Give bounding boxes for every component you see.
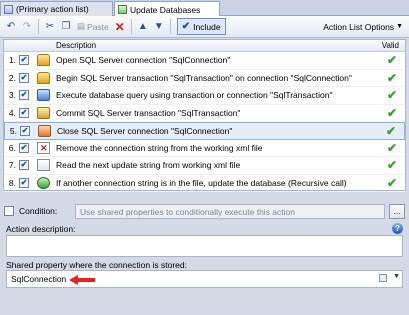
valid-check-icon: ✔ <box>386 105 397 120</box>
cut-icon[interactable]: ✂ <box>42 18 58 36</box>
action-description-input[interactable] <box>6 235 403 257</box>
shared-property-value: SqlConnection <box>11 274 67 284</box>
toolbar: ↶ ↷ ✂ ❐ ▤ Paste ✕ ▲ ▼ ✔ Include Action L… <box>0 16 409 38</box>
lookup-icon[interactable] <box>379 274 387 282</box>
row-number: 8. <box>8 177 16 188</box>
undo-icon[interactable]: ↶ <box>3 18 19 36</box>
options-label: Action List Options <box>323 21 395 32</box>
action-row[interactable]: 6.✔Remove the connection string from the… <box>4 140 405 157</box>
row-description: Close SQL Server connection "SqlConnecti… <box>57 126 233 136</box>
tab-bar: (Primary action list) Update Databases <box>0 0 409 17</box>
row-include-checkbox[interactable]: ✔ <box>19 160 29 170</box>
valid-check-icon: ✔ <box>386 53 397 67</box>
shared-property-combobox[interactable]: SqlConnection <box>6 270 403 288</box>
valid-check-icon: ✔ <box>386 140 397 155</box>
grid-header: Description Valid <box>4 40 405 52</box>
valid-check-icon: ✔ <box>386 158 397 172</box>
row-include-checkbox[interactable]: ✔ <box>20 126 30 136</box>
valid-check-icon: ✔ <box>386 175 397 190</box>
row-number: 1. <box>8 55 16 65</box>
action-row[interactable]: 7. ✔ Read the next update string from work… <box>4 157 405 175</box>
row-number: 2. <box>8 72 16 83</box>
database-icon <box>37 54 50 66</box>
shared-property-label: Shared property where the connection is … <box>6 260 187 270</box>
valid-check-icon: ✔ <box>386 70 397 85</box>
row-number: 7. <box>8 160 16 170</box>
execute-query-icon <box>37 89 50 101</box>
tab-label: (Primary action list) <box>16 4 89 14</box>
row-description: Remove the connection string from the wo… <box>56 142 263 153</box>
condition-checkbox[interactable] <box>4 206 14 216</box>
row-number: 5. <box>9 126 17 136</box>
toolbar-separator <box>169 19 171 34</box>
delete-icon[interactable]: ✕ <box>112 18 128 36</box>
read-icon <box>37 159 50 171</box>
annotation-arrow-icon <box>69 275 95 285</box>
toolbar-separator <box>130 19 132 34</box>
arrow-down-icon[interactable]: ▼ <box>151 18 167 36</box>
paste-button[interactable]: ▤ Paste <box>74 18 112 36</box>
redo-icon[interactable]: ↷ <box>19 18 35 36</box>
row-number: 6. <box>8 142 16 153</box>
row-include-checkbox[interactable]: ✔ <box>19 142 29 153</box>
action-row[interactable]: 2. ✔ Begin SQL Server transaction "SqlTran… <box>4 70 405 87</box>
condition-row: Condition: Use shared properties to cond… <box>4 203 405 219</box>
condition-browse-button[interactable]: ... <box>389 203 405 219</box>
valid-check-icon: ✔ <box>385 124 396 138</box>
paste-icon: ▤ <box>77 21 86 31</box>
row-description: Commit SQL Server transaction "SqlTransa… <box>56 107 241 118</box>
row-include-checkbox[interactable]: ✔ <box>19 72 29 83</box>
include-button[interactable]: ✔ Include <box>176 18 226 35</box>
tab-primary-action-list[interactable]: (Primary action list) <box>0 1 113 16</box>
row-description: Read the next update string from working… <box>56 160 241 170</box>
action-row[interactable]: 1. ✔ Open SQL Server connection "SqlConnec… <box>4 52 405 70</box>
condition-input[interactable]: Use shared properties to conditionally e… <box>75 203 385 219</box>
action-list-icon <box>4 4 13 14</box>
action-list-options-button[interactable]: Action List Options ▼ <box>323 18 403 36</box>
close-connection-icon <box>38 125 51 137</box>
action-row[interactable]: 5. ✔ Close SQL Server connection "SqlConne… <box>4 122 405 140</box>
row-number: 3. <box>8 90 16 100</box>
row-include-checkbox[interactable]: ✔ <box>19 107 29 118</box>
header-valid: Valid <box>381 41 399 50</box>
chevron-down-icon[interactable]: ▼ <box>393 273 400 280</box>
action-row[interactable]: 3. ✔ Execute database query using transact… <box>4 87 405 105</box>
row-include-checkbox[interactable]: ✔ <box>19 177 29 188</box>
row-description: If another connection string is in the f… <box>56 177 347 188</box>
copy-icon[interactable]: ❐ <box>58 18 74 36</box>
help-icon[interactable]: ? <box>392 223 403 234</box>
commit-icon <box>37 106 50 119</box>
if-icon <box>37 176 50 189</box>
action-properties-panel: Condition: Use shared properties to cond… <box>0 194 409 315</box>
transaction-icon <box>37 71 50 84</box>
action-list-icon <box>118 5 127 14</box>
condition-label: Condition: <box>19 206 58 216</box>
tab-label: Update Databases <box>130 4 201 15</box>
toolbar-separator <box>38 19 39 34</box>
row-description: Begin SQL Server transaction "SqlTransac… <box>56 72 352 83</box>
row-number: 4. <box>8 107 16 118</box>
valid-check-icon: ✔ <box>386 88 397 102</box>
remove-icon <box>37 141 50 154</box>
action-description-label: Action description: <box>6 224 76 234</box>
arrow-up-icon[interactable]: ▲ <box>135 18 151 36</box>
paste-label: Paste <box>87 21 109 32</box>
row-description: Execute database query using transaction… <box>56 90 333 100</box>
include-label: Include <box>193 21 221 32</box>
action-row[interactable]: 4. ✔ Commit SQL Server transaction "SqlTra… <box>4 105 405 122</box>
action-list-grid[interactable]: Description Valid 1. ✔ Open SQL Server con… <box>3 39 406 192</box>
header-description: Description <box>56 41 97 50</box>
row-description: Open SQL Server connection "SqlConnectio… <box>56 55 231 65</box>
action-row[interactable]: 8. ✔ If another connection string is in th… <box>4 175 405 192</box>
check-icon: ✔ <box>181 21 191 32</box>
row-include-checkbox[interactable]: ✔ <box>19 90 29 100</box>
row-include-checkbox[interactable]: ✔ <box>19 55 29 65</box>
chevron-down-icon: ▼ <box>396 23 403 30</box>
tab-update-databases[interactable]: Update Databases <box>114 1 220 17</box>
